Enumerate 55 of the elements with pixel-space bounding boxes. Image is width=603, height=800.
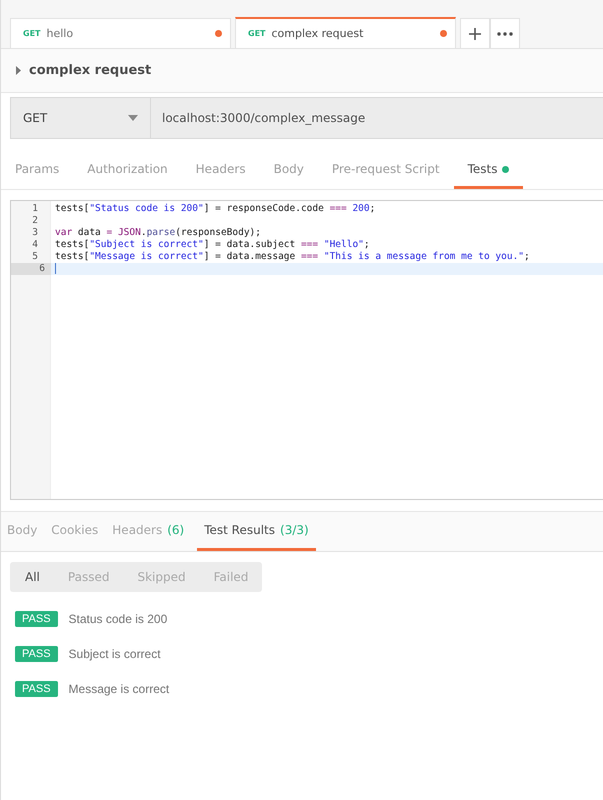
code-line: tests["Message is correct"] = data.message === "This is a message from me to you.";	[55, 251, 530, 263]
filter-option[interactable]: Failed	[200, 562, 262, 592]
line-number: 4	[31, 239, 38, 251]
response-tab[interactable]: Cookies	[44, 512, 106, 551]
request-section-tab[interactable]: Params	[1, 152, 74, 189]
response-tab[interactable]: Body	[1, 512, 44, 551]
status-badge: PASS	[15, 611, 58, 627]
test-name: Status code is 200	[68, 612, 168, 626]
tab-title: hello	[46, 27, 74, 40]
line-number: 6	[11, 263, 51, 275]
tab-count: (3/3)	[280, 523, 309, 537]
plus-icon	[468, 26, 482, 40]
filter-option[interactable]: Skipped	[123, 562, 200, 592]
test-name: Subject is correct	[68, 647, 161, 661]
method-label: GET	[23, 29, 40, 38]
status-badge: PASS	[15, 681, 58, 697]
tab-label: Params	[15, 162, 60, 176]
code-line: var data = JSON.parse(responseBody);	[55, 227, 261, 239]
code-line: tests["Status code is 200"] = responseCode.code === 200;	[55, 203, 376, 215]
request-section-tab[interactable]: Authorization	[73, 152, 182, 189]
test-name: Message is correct	[68, 682, 170, 696]
line-number: 5	[31, 251, 38, 263]
tab-label: Body	[7, 523, 38, 537]
tab-label: Authorization	[87, 162, 168, 176]
filter-option[interactable]: All	[10, 562, 54, 592]
more-icon	[497, 32, 513, 36]
method-label: GET	[248, 29, 266, 38]
tab-label: Test Results	[204, 523, 276, 537]
tab-label: Pre-request Script	[332, 162, 440, 176]
request-name: complex request	[29, 63, 152, 78]
request-section-tab[interactable]: Tests	[454, 152, 524, 189]
request-section-tab[interactable]: Body	[260, 152, 318, 189]
line-number: 1	[31, 203, 38, 215]
code-line: tests["Subject is correct"] = data.subject === "Hello";	[55, 239, 370, 251]
request-section-tab[interactable]: Headers	[182, 152, 260, 189]
line-number: 2	[31, 215, 38, 227]
status-badge: PASS	[15, 646, 58, 662]
tab-count: (6)	[167, 523, 184, 537]
tab-label: Headers	[196, 162, 246, 176]
filter-option[interactable]: Passed	[54, 562, 124, 592]
response-tab[interactable]: Headers (6)	[105, 512, 192, 551]
more-button[interactable]	[490, 18, 520, 48]
request-section-tab[interactable]: Pre-request Script	[318, 152, 454, 189]
request-tab[interactable]: GET complex request	[235, 17, 456, 48]
tab-label: Cookies	[51, 523, 98, 537]
response-tab[interactable]: Test Results (3/3)	[197, 512, 316, 551]
tab-title: complex request	[272, 27, 364, 40]
line-number: 3	[31, 227, 38, 239]
text-cursor	[55, 263, 56, 274]
request-tab[interactable]: GET hello	[10, 18, 231, 48]
new-tab-button[interactable]	[460, 18, 490, 48]
expand-arrow-icon[interactable]	[16, 66, 22, 75]
tab-label: Headers	[112, 523, 162, 537]
tab-label: Tests	[468, 162, 498, 176]
tab-label: Body	[274, 162, 304, 176]
